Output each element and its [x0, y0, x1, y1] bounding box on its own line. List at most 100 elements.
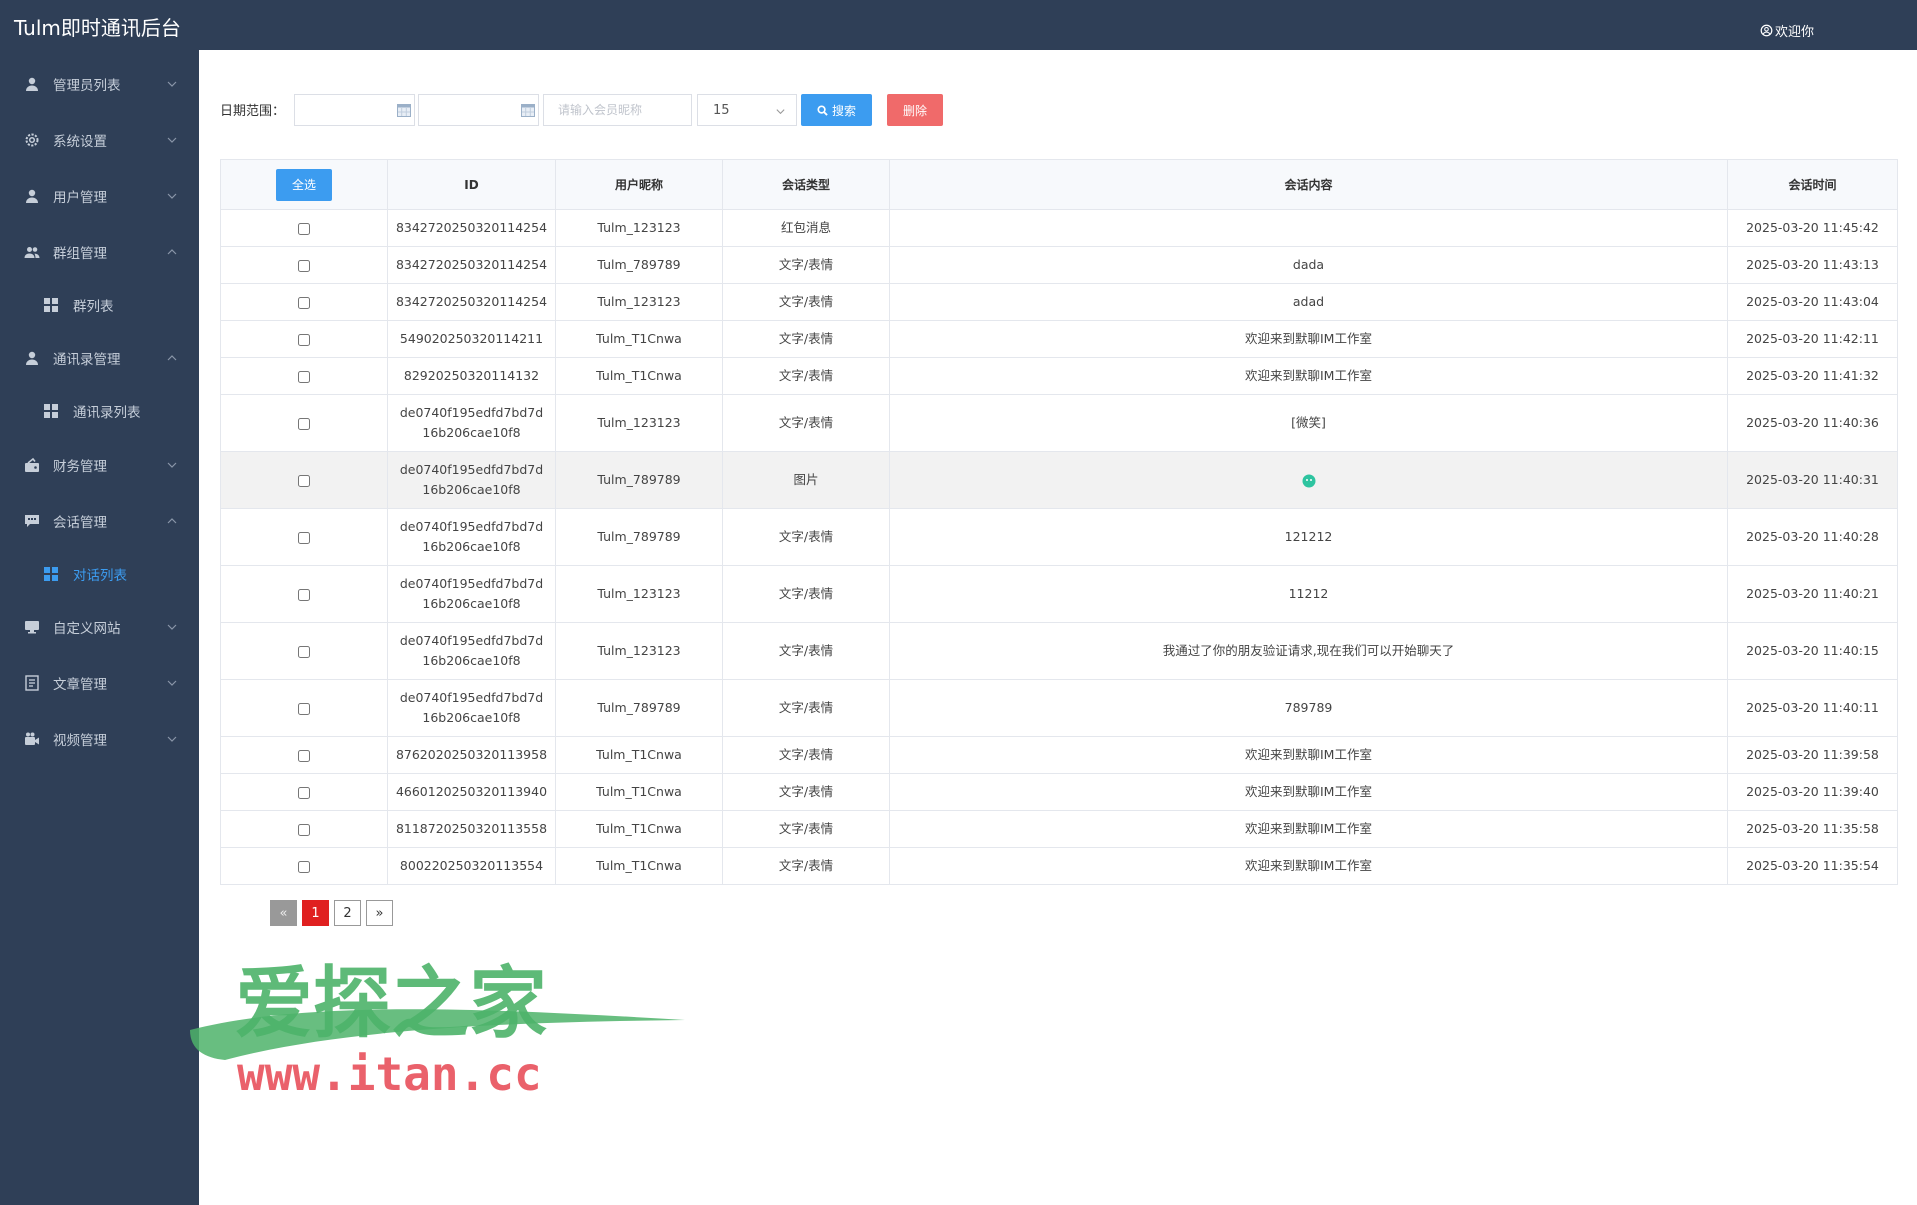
search-button[interactable]: 搜索: [801, 94, 872, 126]
sidebar-item-article-management[interactable]: 文章管理: [0, 663, 199, 703]
app-title: Tulm即时通讯后台: [14, 16, 181, 40]
cell-id: de0740f195edfd7bd7d16b206cae10f8: [387, 622, 556, 680]
chevron-down-icon: [166, 78, 178, 90]
table-row: de0740f195edfd7bd7d16b206cae10f8 Tulm_78…: [220, 679, 1898, 737]
row-checkbox[interactable]: [298, 588, 310, 601]
page-button-2[interactable]: 2: [334, 900, 361, 926]
cell-nickname: Tulm_T1Cnwa: [555, 357, 723, 395]
search-icon: [817, 104, 828, 116]
row-checkbox[interactable]: [298, 860, 310, 873]
row-checkbox[interactable]: [298, 786, 310, 799]
cell-time: 2025-03-20 11:41:32: [1727, 357, 1898, 395]
cell-time: 2025-03-20 11:40:36: [1727, 394, 1898, 452]
row-checkbox[interactable]: [298, 823, 310, 836]
image-thumbnail-icon[interactable]: [1302, 474, 1316, 488]
user-icon: [24, 350, 40, 366]
cell-nickname: Tulm_123123: [555, 565, 723, 623]
cell-content: adad: [889, 283, 1728, 321]
sidebar-item-contacts-list[interactable]: 通讯录列表: [0, 391, 199, 431]
table-row: 8342720250320114254 Tulm_789789 文字/表情 da…: [220, 246, 1898, 284]
cell-id-text: de0740f195edfd7bd7d16b206cae10f8: [399, 519, 544, 554]
cell-time: 2025-03-20 11:39:40: [1727, 773, 1898, 811]
cell-nickname: Tulm_T1Cnwa: [555, 736, 723, 774]
prev-page-button[interactable]: «: [270, 900, 297, 926]
column-header-content: 会话内容: [889, 159, 1728, 210]
row-checkbox[interactable]: [298, 531, 310, 544]
welcome-link[interactable]: 欢迎你: [1760, 21, 1814, 40]
sidebar-item-label: 文章管理: [53, 677, 107, 693]
chevron-up-icon: [166, 246, 178, 258]
cell-time: 2025-03-20 11:40:28: [1727, 508, 1898, 566]
cell-content: 11212: [889, 565, 1728, 623]
cell-time: 2025-03-20 11:40:15: [1727, 622, 1898, 680]
date-start-input[interactable]: [294, 94, 415, 126]
cell-id: 8762020250320113958: [387, 736, 556, 774]
cell-type: 红包消息: [722, 209, 890, 247]
row-checkbox[interactable]: [298, 370, 310, 383]
row-checkbox[interactable]: [298, 222, 310, 235]
cell-content: 欢迎来到默聊IM工作室: [889, 736, 1728, 774]
sidebar-item-custom-website[interactable]: 自定义网站: [0, 607, 199, 647]
sidebar-item-finance-management[interactable]: 财务管理: [0, 445, 199, 485]
cell-nickname: Tulm_123123: [555, 209, 723, 247]
chevron-down-icon: [166, 134, 178, 146]
sidebar-item-label: 对话列表: [73, 568, 127, 584]
cell-time: 2025-03-20 11:40:21: [1727, 565, 1898, 623]
pagination: « 1 2 »: [270, 900, 393, 926]
table-row: de0740f195edfd7bd7d16b206cae10f8 Tulm_12…: [220, 622, 1898, 680]
cell-nickname: Tulm_789789: [555, 679, 723, 737]
select-all-button[interactable]: 全选: [276, 168, 332, 201]
delete-button[interactable]: 删除: [887, 94, 943, 126]
chat-icon: [24, 513, 40, 529]
sidebar-item-user-management[interactable]: 用户管理: [0, 176, 199, 216]
cell-type: 文字/表情: [722, 736, 890, 774]
table-header-row: 全选 ID 用户昵称 会话类型 会话内容 会话时间: [220, 159, 1898, 210]
cell-type: 文字/表情: [722, 622, 890, 680]
sidebar-item-label: 通讯录管理: [53, 352, 121, 368]
calendar-icon: [397, 104, 411, 117]
monitor-icon: [24, 619, 40, 635]
table-row: 8342720250320114254 Tulm_123123 文字/表情 ad…: [220, 283, 1898, 321]
cell-content: 121212: [889, 508, 1728, 566]
date-end-input[interactable]: [418, 94, 539, 126]
cell-time: 2025-03-20 11:40:11: [1727, 679, 1898, 737]
cell-id: de0740f195edfd7bd7d16b206cae10f8: [387, 451, 556, 509]
grid-icon: [44, 404, 58, 418]
welcome-text: 欢迎你: [1775, 25, 1815, 40]
row-checkbox[interactable]: [298, 333, 310, 346]
row-checkbox[interactable]: [298, 474, 310, 487]
sidebar-item-admin-list[interactable]: 管理员列表: [0, 64, 199, 104]
chevron-up-icon: [166, 515, 178, 527]
row-checkbox[interactable]: [298, 645, 310, 658]
row-checkbox[interactable]: [298, 259, 310, 272]
cell-id: 549020250320114211: [387, 320, 556, 358]
page-button-1[interactable]: 1: [302, 900, 329, 926]
column-header-type: 会话类型: [722, 159, 890, 210]
row-checkbox[interactable]: [298, 749, 310, 762]
sidebar-item-group-management[interactable]: 群组管理: [0, 232, 199, 272]
sidebar-item-video-management[interactable]: 视频管理: [0, 719, 199, 759]
sidebar-item-system-settings[interactable]: 系统设置: [0, 120, 199, 160]
nickname-search-input[interactable]: [543, 94, 692, 126]
cell-nickname: Tulm_123123: [555, 394, 723, 452]
cell-time: 2025-03-20 11:40:31: [1727, 451, 1898, 509]
column-header-time: 会话时间: [1727, 159, 1898, 210]
sidebar-item-conversation-list[interactable]: 对话列表: [0, 554, 199, 594]
cell-nickname: Tulm_123123: [555, 622, 723, 680]
cell-content: [889, 451, 1728, 509]
sidebar-item-group-list[interactable]: 群列表: [0, 285, 199, 325]
cell-id: 8342720250320114254: [387, 246, 556, 284]
page-size-select[interactable]: 15: [697, 94, 797, 126]
row-checkbox[interactable]: [298, 417, 310, 430]
row-checkbox[interactable]: [298, 296, 310, 309]
sidebar-item-session-management[interactable]: 会话管理: [0, 501, 199, 541]
row-checkbox[interactable]: [298, 702, 310, 715]
calendar-icon: [521, 104, 535, 117]
table-row: 4660120250320113940 Tulm_T1Cnwa 文字/表情 欢迎…: [220, 773, 1898, 811]
table-row: de0740f195edfd7bd7d16b206cae10f8 Tulm_78…: [220, 508, 1898, 566]
table-row: de0740f195edfd7bd7d16b206cae10f8 Tulm_12…: [220, 565, 1898, 623]
next-page-button[interactable]: »: [366, 900, 393, 926]
chevron-up-icon: [166, 352, 178, 364]
sidebar-item-contacts-management[interactable]: 通讯录管理: [0, 338, 199, 378]
conversation-table: 全选 ID 用户昵称 会话类型 会话内容 会话时间 83427202503201…: [220, 159, 1898, 885]
